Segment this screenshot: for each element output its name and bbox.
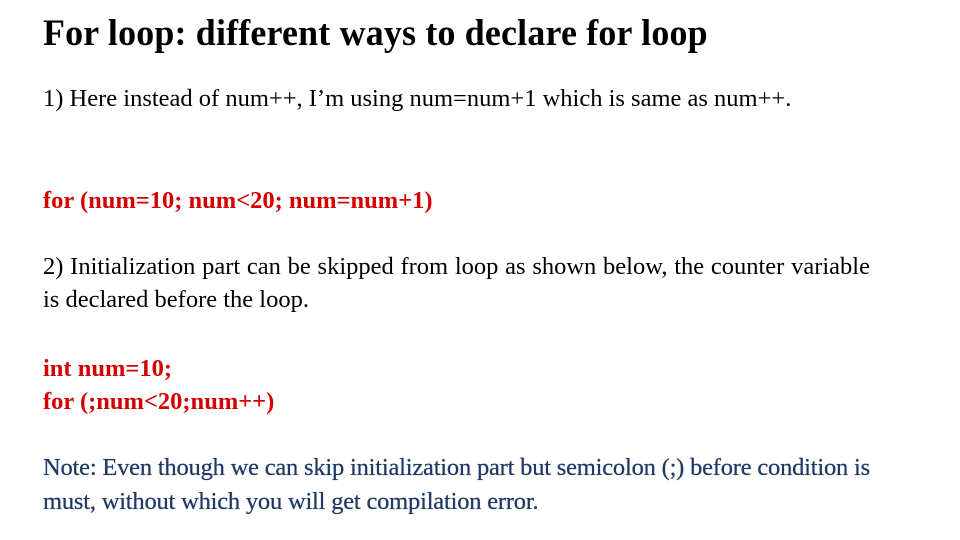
point-1-text: 1) Here instead of num++, I’m using num=… xyxy=(43,85,792,112)
note-text: Note: Even though we can skip initializa… xyxy=(43,454,870,515)
code-example-1: for (num=10; num<20; num=num+1) xyxy=(43,187,433,214)
slide-title: For loop: different ways to declare for … xyxy=(43,13,708,54)
code-example-2: int num=10; for (;num<20;num++) xyxy=(43,352,274,418)
code-line-declaration: int num=10; xyxy=(43,355,172,382)
point-2-text: 2) Initialization part can be skipped fr… xyxy=(43,253,870,313)
code-line-for-loop: for (;num<20;num++) xyxy=(43,388,275,415)
